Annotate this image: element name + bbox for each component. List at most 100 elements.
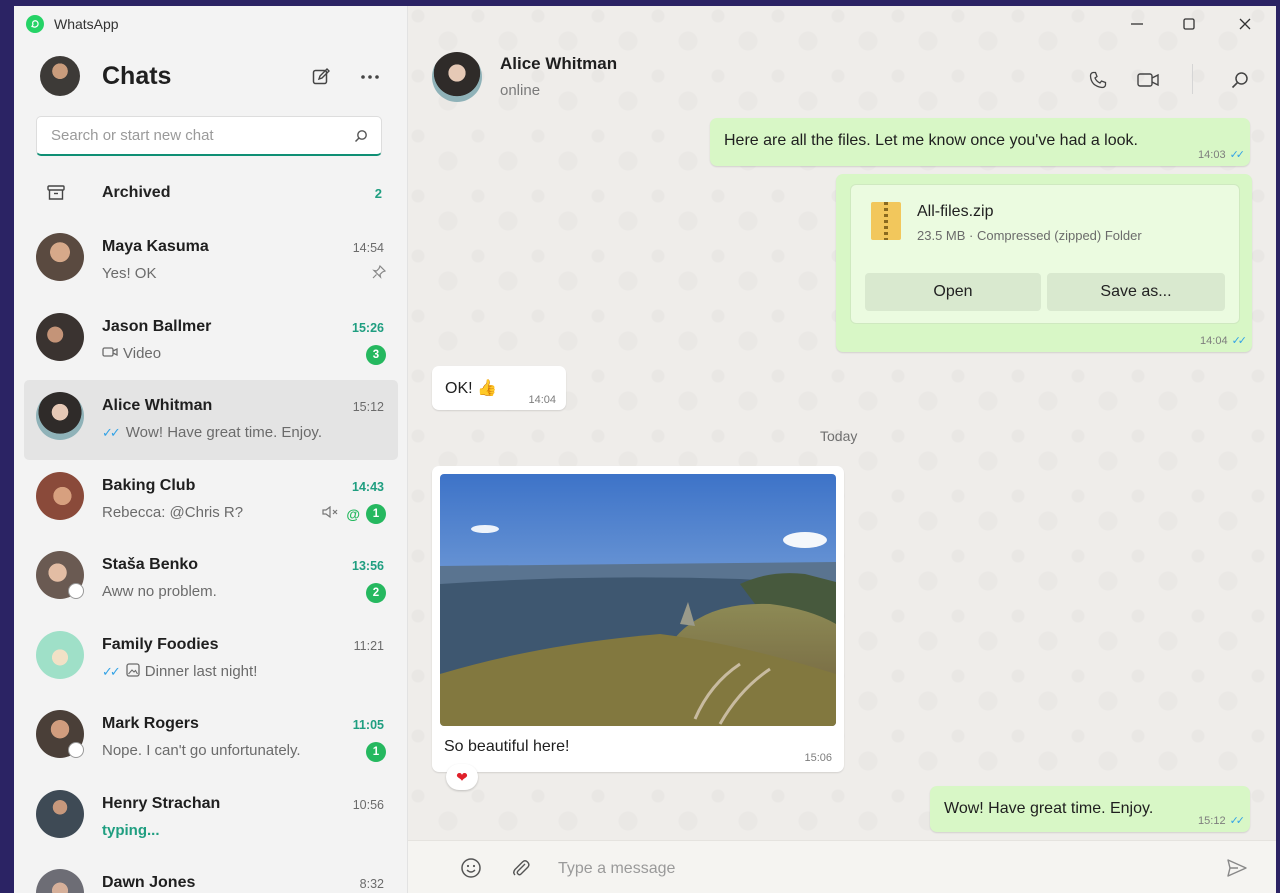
chat-time: 15:26 — [352, 320, 384, 335]
status-ring-icon — [68, 583, 84, 599]
chat-item-alice-whitman[interactable]: Alice Whitman ✓✓ Wow! Have great time. E… — [24, 380, 398, 460]
unread-badge: 3 — [366, 344, 386, 365]
read-ticks-icon: ✓✓ — [1229, 149, 1246, 161]
chat-preview: Aww no problem. — [102, 583, 217, 600]
outgoing-message[interactable]: Here are all the files. Let me know once… — [710, 118, 1250, 166]
message-text: Wow! Have great time. Enjoy. — [944, 800, 1154, 817]
chat-time: 15:12 — [352, 400, 384, 414]
archived-row[interactable]: Archived 2 — [36, 176, 386, 210]
read-ticks-icon: ✓✓ — [102, 663, 121, 679]
chat-item-mark-rogers[interactable]: Mark Rogers Nope. I can't go unfortunate… — [24, 698, 398, 778]
chat-name: Maya Kasuma — [102, 238, 209, 255]
save-as-button[interactable]: Save as... — [1047, 273, 1225, 311]
search-icon[interactable] — [351, 126, 371, 146]
video-icon — [102, 345, 118, 362]
chat-preview-text: Video — [123, 344, 162, 362]
zip-folder-icon — [871, 202, 901, 240]
message-timestamp: 14:03 ✓✓ — [1198, 148, 1246, 161]
chat-time: 14:54 — [352, 241, 384, 255]
unread-badge: 1 — [366, 503, 386, 524]
attach-icon[interactable] — [508, 855, 534, 881]
message-timestamp: 15:06 — [804, 752, 832, 764]
open-file-button[interactable]: Open — [865, 273, 1041, 311]
message-timestamp: 14:04 — [528, 394, 556, 406]
minimize-icon[interactable] — [1122, 12, 1152, 36]
status-ring-icon — [68, 742, 84, 758]
archive-icon — [42, 179, 70, 207]
chat-preview: Rebecca: @Chris R? — [102, 504, 243, 521]
chat-item-family-foodies[interactable]: Family Foodies ✓✓ Dinner last night! 11:… — [24, 619, 398, 699]
search-input[interactable] — [51, 127, 351, 144]
chat-meta: 1 — [366, 742, 386, 762]
heart-reaction-icon[interactable]: ❤ — [446, 764, 478, 790]
pin-icon — [372, 264, 387, 282]
close-icon[interactable] — [1230, 12, 1260, 36]
incoming-photo-message[interactable]: So beautiful here! 15:06 — [432, 466, 844, 772]
message-composer — [408, 840, 1276, 893]
chat-item-jason-ballmer[interactable]: Jason Ballmer Video 15:26 3 — [24, 301, 398, 381]
chat-preview-text: Dinner last night! — [144, 663, 258, 680]
contact-name[interactable]: Alice Whitman — [500, 54, 617, 74]
incoming-message[interactable]: OK! 👍 14:04 — [432, 366, 566, 410]
chat-meta: @ 1 — [322, 503, 386, 524]
file-message: All-files.zip 23.5 MB · Compressed (zipp… — [836, 174, 1252, 352]
mention-icon: @ — [346, 505, 360, 522]
contact-avatar[interactable] — [432, 52, 482, 102]
emoji-icon[interactable] — [458, 855, 484, 881]
contact-status: online — [500, 82, 541, 99]
chat-item-dawn-jones[interactable]: Dawn Jones 8:32 — [24, 857, 398, 893]
chat-name: Staša Benko — [102, 556, 199, 573]
avatar — [36, 233, 84, 281]
avatar — [36, 789, 84, 838]
message-input[interactable] — [558, 855, 1178, 883]
chat-time: 10:56 — [352, 797, 384, 812]
chat-meta: 2 — [366, 583, 386, 603]
muted-icon — [322, 505, 340, 521]
photo-caption: So beautiful here! — [444, 738, 570, 755]
shared-photo[interactable] — [440, 474, 836, 726]
send-icon[interactable] — [1224, 855, 1250, 881]
chat-name: Dawn Jones — [102, 874, 196, 891]
chat-time: 13:56 — [352, 559, 384, 573]
whatsapp-logo-icon — [26, 15, 44, 33]
chat-preview: ✓✓ Dinner last night! — [102, 662, 258, 681]
voice-call-icon[interactable] — [1084, 66, 1112, 94]
time-text: 14:04 — [1200, 335, 1228, 347]
chat-meta: 3 — [366, 344, 386, 365]
typing-indicator: typing... — [102, 821, 160, 839]
chat-item-stasa-benko[interactable]: Staša Benko Aww no problem. 13:56 2 — [24, 539, 398, 619]
avatar — [36, 869, 84, 893]
chat-item-henry-strachan[interactable]: Henry Strachan typing... 10:56 — [24, 778, 398, 858]
file-card[interactable]: All-files.zip 23.5 MB · Compressed (zipp… — [850, 184, 1240, 324]
chat-item-baking-club[interactable]: Baking Club Rebecca: @Chris R? 14:43 @ 1 — [24, 460, 398, 540]
avatar — [36, 392, 84, 440]
whatsapp-window: WhatsApp Chats Archived 2 M — [14, 6, 1276, 893]
my-profile-avatar[interactable] — [40, 56, 80, 96]
video-call-icon[interactable] — [1134, 66, 1162, 94]
new-chat-icon[interactable] — [308, 64, 334, 90]
message-text: OK! 👍 — [445, 380, 497, 397]
read-ticks-icon: ✓✓ — [1229, 815, 1246, 827]
more-options-icon[interactable] — [357, 64, 383, 90]
chat-preview-text: Rebecca: @Chris R? — [102, 503, 244, 521]
message-timestamp: 15:12 ✓✓ — [1198, 814, 1246, 827]
chat-name: Family Foodies — [102, 635, 219, 653]
chat-name: Alice Whitman — [102, 397, 213, 414]
sidebar: WhatsApp Chats Archived 2 M — [14, 6, 408, 893]
unread-badge: 1 — [366, 742, 386, 762]
app-name: WhatsApp — [54, 16, 119, 32]
conversation-pane: Alice Whitman online Here are all the fi… — [408, 6, 1276, 893]
date-divider: Today — [820, 428, 858, 444]
outgoing-message[interactable]: Wow! Have great time. Enjoy. 15:12 ✓✓ — [930, 786, 1250, 832]
chat-preview: Yes! OK — [102, 265, 156, 282]
unread-badge: 2 — [366, 583, 386, 603]
chat-preview: Video — [102, 345, 161, 362]
photo-icon — [126, 662, 140, 681]
chat-name: Baking Club — [102, 476, 196, 494]
chat-preview-text: Aww no problem. — [102, 583, 217, 600]
chat-item-maya-kasuma[interactable]: Maya Kasuma Yes! OK 14:54 — [24, 221, 398, 301]
chat-list: Maya Kasuma Yes! OK 14:54 Jason Ballmer … — [24, 221, 398, 893]
time-text: 14:03 — [1198, 149, 1226, 161]
search-in-chat-icon[interactable] — [1226, 66, 1254, 94]
maximize-icon[interactable] — [1174, 12, 1204, 36]
